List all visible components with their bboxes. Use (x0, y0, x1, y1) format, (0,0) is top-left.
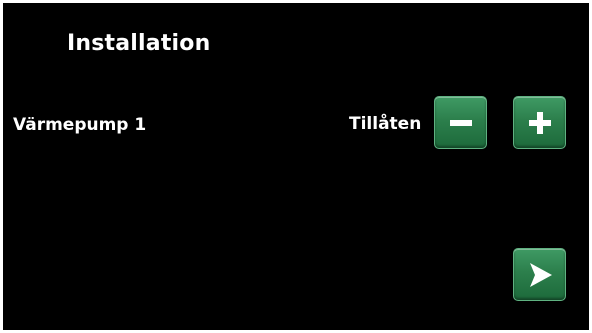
play-arrow-icon (529, 262, 552, 287)
page-title: Installation (67, 31, 211, 56)
minus-icon (449, 119, 472, 126)
device-frame: Installation Värmepump 1 Tillåten (0, 0, 592, 333)
plus-icon (528, 111, 551, 134)
increase-button[interactable] (513, 96, 566, 149)
decrease-button[interactable] (434, 96, 487, 149)
display-screen: Installation Värmepump 1 Tillåten (3, 3, 589, 330)
setting-label: Värmepump 1 (13, 115, 147, 135)
next-button[interactable] (513, 248, 566, 301)
setting-value: Tillåten (349, 114, 422, 134)
